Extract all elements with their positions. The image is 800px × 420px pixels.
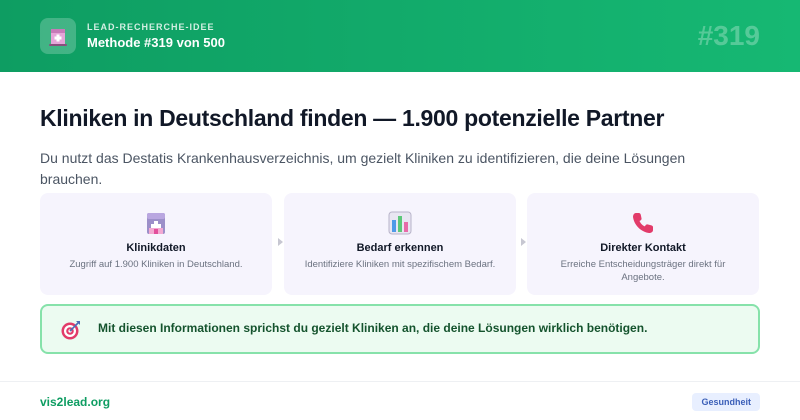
card-title: Klinikdaten [126, 242, 186, 254]
site-link[interactable]: vis2lead.org [40, 395, 110, 409]
target-icon [60, 319, 82, 341]
category-tag[interactable]: Gesundheit [692, 393, 760, 411]
footer-divider [0, 381, 800, 382]
info-callout: Mit diesen Informationen sprichst du gez… [40, 304, 760, 354]
telephone-icon [527, 210, 759, 236]
card-title: Direkter Kontakt [600, 242, 686, 254]
card-text: Identifiziere Kliniken mit spezifischem … [304, 259, 496, 270]
page-title: Kliniken in Deutschland finden — 1.900 p… [40, 105, 665, 131]
card-title: Bedarf erkennen [356, 242, 444, 254]
callout-text: Mit diesen Informationen sprichst du gez… [98, 321, 648, 335]
method-label: Methode #319 von 500 [87, 35, 225, 50]
card-bedarf-erkennen: Bedarf erkennen Identifiziere Kliniken m… [284, 193, 516, 295]
bar-chart-icon [284, 210, 516, 236]
card-klinikdaten: Klinikdaten Zugriff auf 1.900 Kliniken i… [40, 193, 272, 295]
card-direkter-kontakt: Direkter Kontakt Erreiche Entscheidungst… [527, 193, 759, 295]
header-banner: LEAD-RECHERCHE-IDEE Methode #319 von 500… [0, 0, 800, 72]
method-number: #319 [697, 20, 760, 51]
page-description: Du nutzt das Destatis Krankenhausverzeic… [40, 150, 686, 187]
flow-arrow-icon [278, 238, 283, 246]
eyebrow-label: LEAD-RECHERCHE-IDEE [87, 22, 215, 32]
card-text: Zugriff auf 1.900 Kliniken in Deutschlan… [69, 259, 243, 270]
hospital-icon [40, 210, 272, 236]
hospital-building-icon [40, 18, 76, 54]
flow-arrow-icon [521, 238, 526, 246]
card-text: Erreiche Entscheidungsträger direkt für … [560, 259, 726, 283]
